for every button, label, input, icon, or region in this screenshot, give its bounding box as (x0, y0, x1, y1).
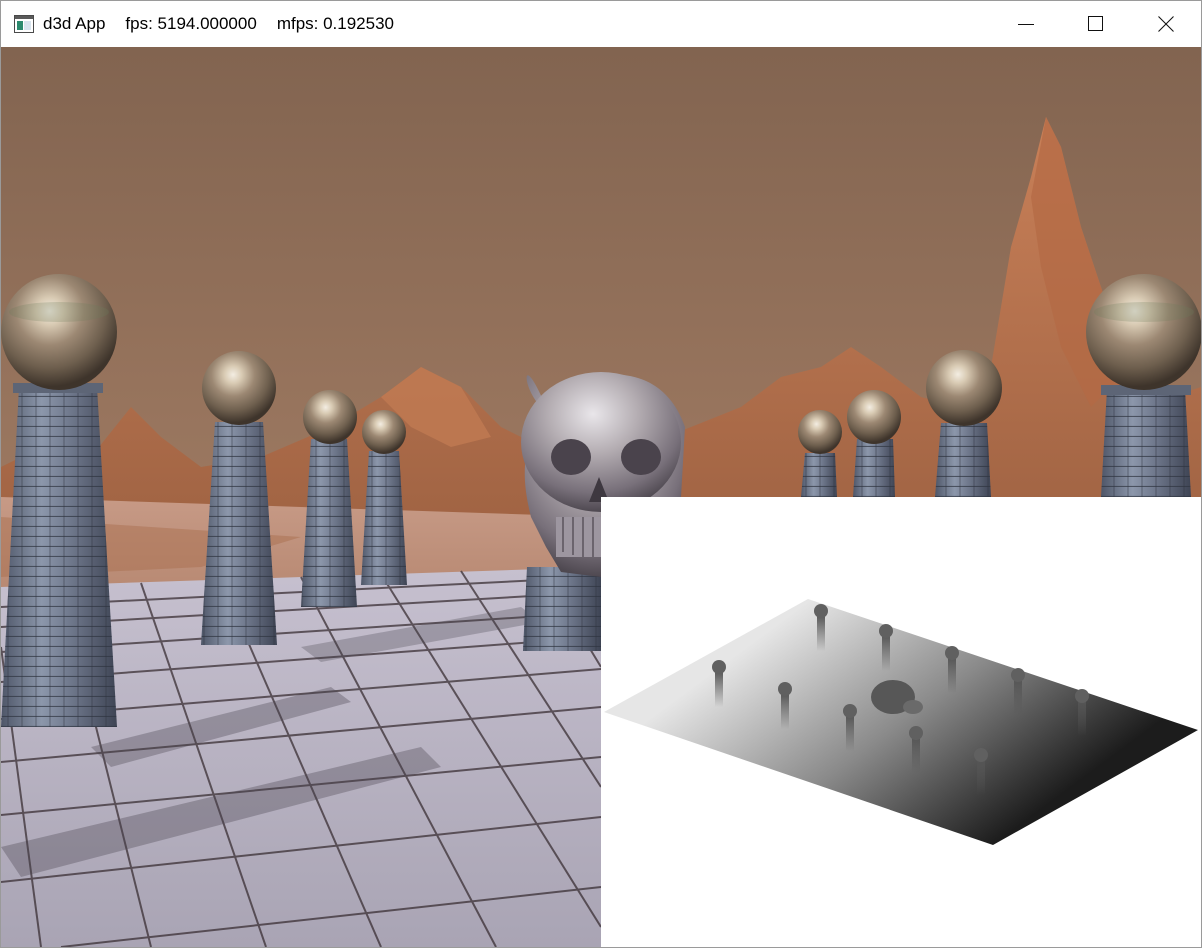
minimize-icon (1018, 24, 1034, 25)
minimize-button[interactable] (991, 1, 1061, 47)
close-icon (1158, 16, 1174, 32)
app-window-icon (14, 15, 34, 33)
close-button[interactable] (1131, 1, 1201, 47)
maximize-button[interactable] (1061, 1, 1131, 47)
application-window: d3d App fps: 5194.000000 mfps: 0.192530 (0, 0, 1202, 948)
shadow-map-depth-image (604, 599, 1198, 845)
fps-readout: fps: 5194.000000 (125, 14, 257, 33)
mfps-readout: mfps: 0.192530 (276, 14, 395, 33)
shadow-map-preview (601, 497, 1201, 947)
app-name: d3d App (43, 14, 106, 33)
render-viewport[interactable] (1, 47, 1201, 947)
window-title: d3d App fps: 5194.000000 mfps: 0.192530 (43, 14, 394, 34)
maximize-icon (1088, 16, 1103, 31)
title-bar[interactable]: d3d App fps: 5194.000000 mfps: 0.192530 (1, 1, 1201, 47)
